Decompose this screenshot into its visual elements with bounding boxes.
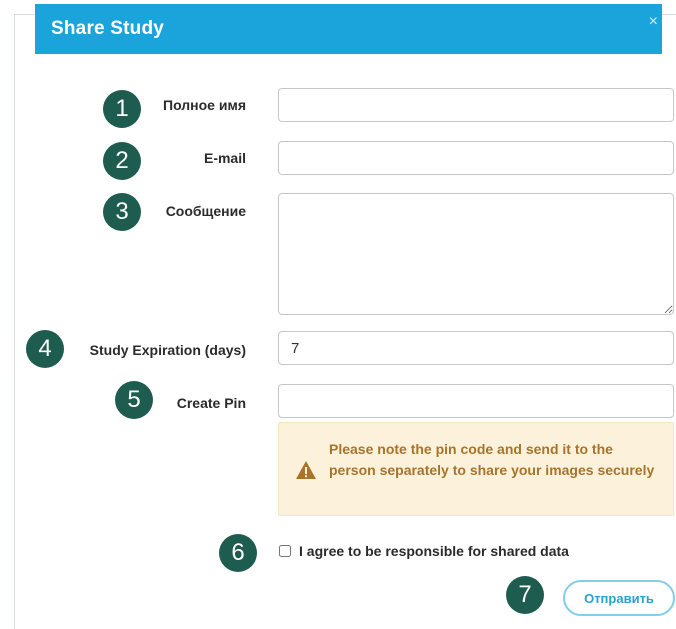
create-pin-label: Create Pin [176,395,246,411]
full-name-input[interactable] [278,88,674,122]
step-marker-3: 3 [103,193,141,231]
step-marker-5: 5 [115,381,153,419]
dialog-header: Share Study × [35,4,662,54]
expiration-label: Study Expiration (days) [89,342,246,358]
pin-warning-text: Please note the pin code and send it to … [329,441,655,478]
step-marker-1: 1 [103,90,141,128]
expiration-days-input[interactable] [278,331,674,365]
step-marker-6: 6 [219,534,257,572]
step-marker-7: 7 [506,576,544,614]
dialog-title: Share Study [51,18,165,39]
email-input[interactable] [278,141,674,175]
full-name-label: Полное имя [163,97,246,113]
step-marker-2: 2 [103,142,141,180]
pin-warning-alert: Please note the pin code and send it to … [278,422,674,516]
submit-button[interactable]: Отправить [563,580,675,616]
agree-checkbox[interactable] [279,545,291,557]
message-textarea[interactable] [278,193,674,315]
step-marker-4: 4 [26,330,64,368]
message-label: Сообщение [165,203,246,219]
agree-checkbox-label: I agree to be responsible for shared dat… [299,543,569,559]
create-pin-input[interactable] [278,384,674,418]
email-label: E-mail [203,150,246,166]
warning-icon [295,460,317,485]
close-icon[interactable]: × [649,14,658,30]
